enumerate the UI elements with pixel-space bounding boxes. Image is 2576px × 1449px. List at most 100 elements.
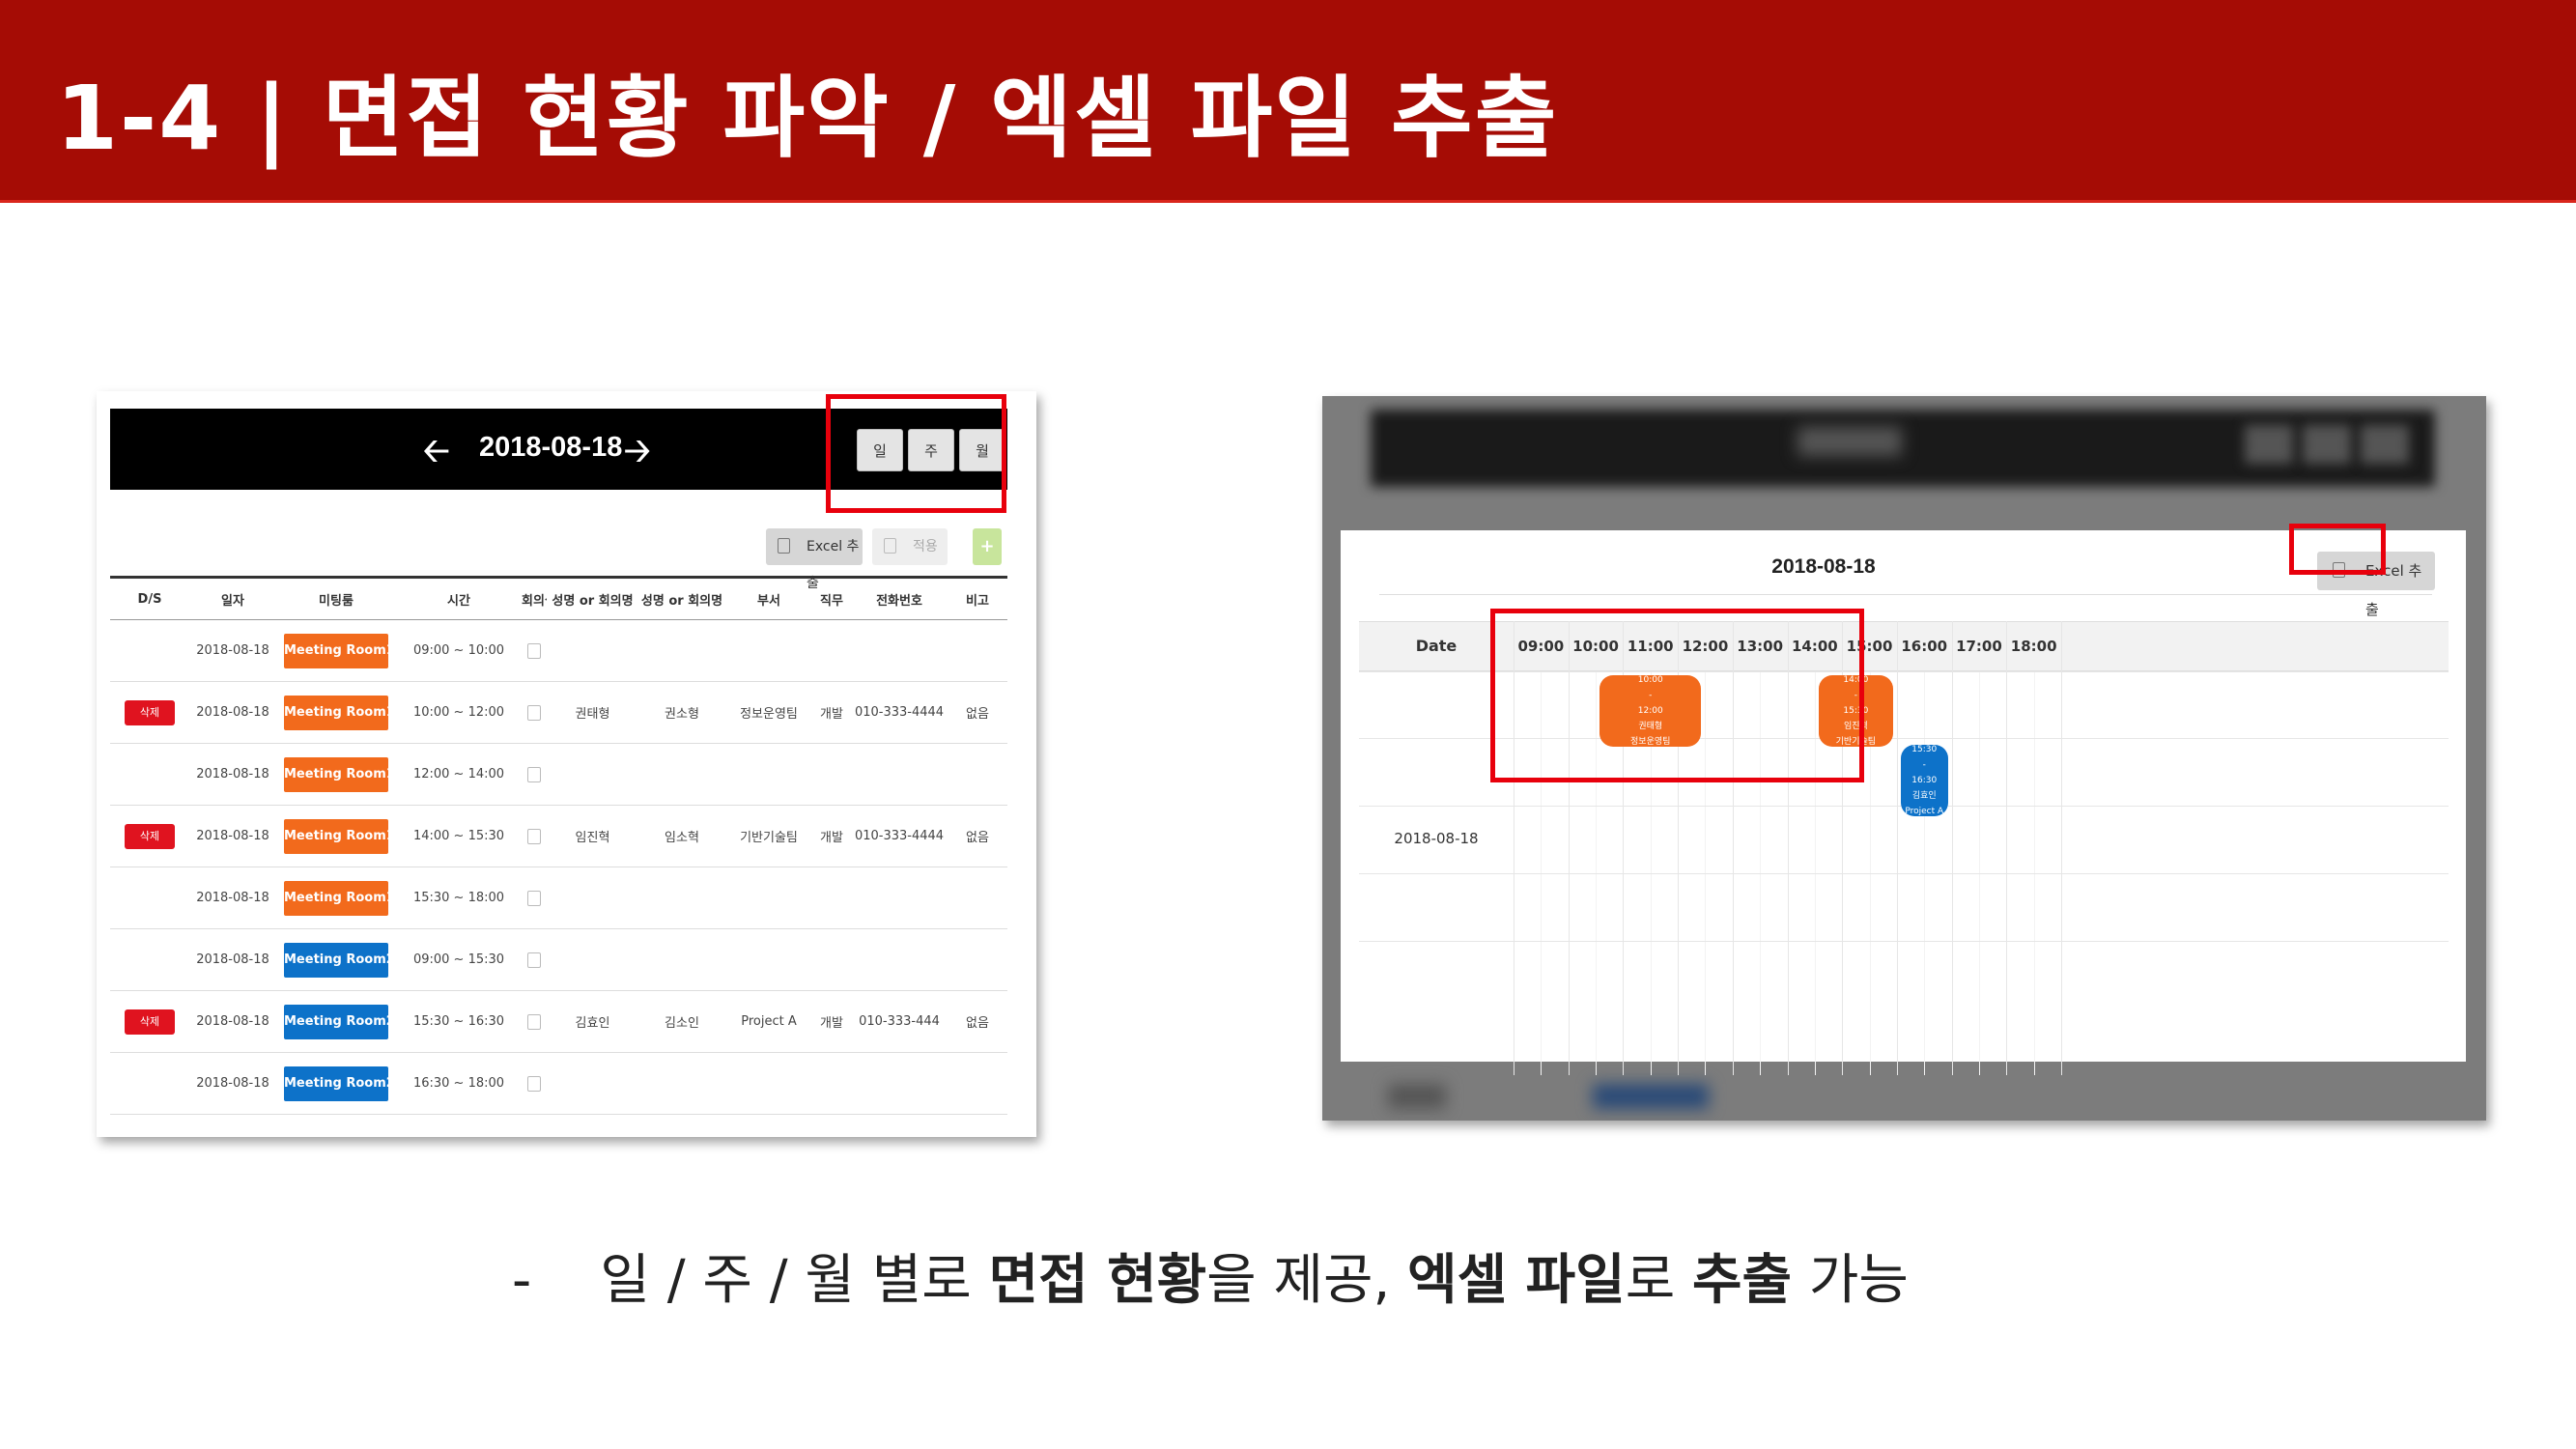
phone-cell <box>851 744 948 806</box>
room-badge[interactable]: Meeting Room1 <box>284 756 395 792</box>
excel-button-highlight <box>2289 524 2386 575</box>
room-badge[interactable]: Meeting Room2 <box>284 1065 395 1101</box>
row-checkbox[interactable] <box>527 1075 541 1092</box>
table-row: 삭제 2018-08-18 Meeting Room2 15:30 ~ 16:30 김효… <box>110 991 1007 1053</box>
caption-text: 가능 <box>1792 1249 1909 1312</box>
file-icon <box>884 538 896 554</box>
date-cell: 2018-08-18 <box>196 952 269 967</box>
checkbox-cell <box>522 744 547 806</box>
job-cell <box>812 867 851 929</box>
time-cell: 14:00 ~ 15:30 <box>412 829 505 843</box>
grid-line <box>2006 621 2008 1075</box>
time-cell: 15:30 ~ 16:30 <box>412 1014 505 1029</box>
date-cell: 2018-08-18 <box>196 767 269 781</box>
ds-cell: 삭제 <box>110 682 189 744</box>
grid-line <box>1359 873 2449 874</box>
delete-button[interactable]: 삭제 <box>125 1009 175 1035</box>
file-icon <box>778 538 790 554</box>
add-button[interactable]: + <box>973 528 1002 565</box>
date-cell: 2018-08-18 <box>196 829 269 843</box>
note-cell <box>948 620 1007 682</box>
divider <box>1379 594 2432 595</box>
time-cell: 16:30 ~ 18:00 <box>412 1076 505 1091</box>
col-header: 비고 <box>948 576 1007 620</box>
room-cell: Meeting Room2 <box>276 1053 396 1115</box>
phone-cell: 010-333-4444 <box>854 829 945 843</box>
name2-cell <box>638 929 725 991</box>
row-checkbox[interactable] <box>527 766 541 782</box>
job-cell <box>812 1053 851 1115</box>
col-header: 성명 or 회의명 <box>547 576 638 620</box>
row-checkbox[interactable] <box>527 704 541 721</box>
arrow-left-icon[interactable]: 🡠 <box>423 428 450 483</box>
room-badge[interactable]: Meeting Room2 <box>284 942 395 978</box>
name1-cell <box>547 744 638 806</box>
time-cell: 12:00 ~ 14:00 <box>412 767 505 781</box>
name1-cell <box>547 1053 638 1115</box>
grid-line <box>1896 621 1898 1075</box>
room-badge[interactable]: Meeting Room1 <box>284 633 395 668</box>
date-cell: 2018-08-18 <box>196 643 269 658</box>
room-badge[interactable]: Meeting Room1 <box>284 695 395 730</box>
room-badge[interactable]: Meeting Room1 <box>284 880 395 916</box>
name1-cell <box>547 929 638 991</box>
delete-button[interactable]: 삭제 <box>125 823 175 849</box>
phone-cell: 010-333-444 <box>859 1014 940 1029</box>
checkbox-cell <box>522 620 547 682</box>
note-cell <box>948 867 1007 929</box>
ds-cell <box>110 744 189 806</box>
checkbox-cell <box>522 682 547 744</box>
row-checkbox[interactable] <box>527 1013 541 1030</box>
row-checkbox[interactable] <box>527 828 541 844</box>
arrow-right-icon[interactable]: 🡢 <box>624 428 651 483</box>
checkbox-cell <box>522 929 547 991</box>
job-cell <box>812 929 851 991</box>
job-cell: 개발 <box>820 1016 843 1031</box>
job-cell <box>812 744 851 806</box>
phone-cell <box>851 867 948 929</box>
name2-cell: 김소인 <box>665 1016 699 1031</box>
current-date: 2018-08-18 <box>479 432 623 463</box>
caption-bold: 추출 <box>1692 1249 1793 1312</box>
caption-text: 로 <box>1625 1249 1693 1312</box>
delete-button[interactable]: 삭제 <box>125 699 175 725</box>
hour-label: 16:00 <box>1901 638 1948 655</box>
table-row: 삭제 2018-08-18 Meeting Room1 14:00 ~ 15:30 임진… <box>110 806 1007 867</box>
row-date-label: 2018-08-18 <box>1394 830 1479 847</box>
daily-list-screenshot: 🡠 2018-08-18 🡢 일 주 월 Excel 추출 적용 + D/S 일… <box>97 391 1036 1137</box>
day-timeline-modal: 2018-08-18 Excel 추출 Date 09:00 10:00 11:00… <box>1341 524 2466 1075</box>
excel-export-button[interactable]: Excel 추출 <box>766 528 863 591</box>
room-badge[interactable]: Meeting Room1 <box>284 818 395 854</box>
time-cell: 10:00 ~ 12:00 <box>412 705 505 720</box>
date-cell: 2018-08-18 <box>196 1014 269 1029</box>
event-start: 15:30 <box>1911 745 1938 754</box>
table-header-row: D/S 일자 미팅룸 시간 회의실 성명 or 회의명 성명 or 회의명 부서… <box>110 576 1007 620</box>
name2-cell <box>638 867 725 929</box>
time-cell: 09:00 ~ 15:30 <box>412 952 505 967</box>
apply-button[interactable]: 적용 <box>872 528 948 565</box>
room-badge[interactable]: Meeting Room2 <box>284 1004 395 1039</box>
room-cell: Meeting Room1 <box>276 744 396 806</box>
timeline-event[interactable]: 15:30 - 16:30 김효인 Project A <box>1900 745 1948 816</box>
name2-cell <box>638 744 725 806</box>
hour-label: 18:00 <box>2010 638 2057 655</box>
row-checkbox[interactable] <box>527 642 541 659</box>
room-cell: Meeting Room1 <box>276 620 396 682</box>
row-checkbox[interactable] <box>527 952 541 968</box>
table-row: 2018-08-18 Meeting Room2 09:00 ~ 15:30 <box>110 929 1007 991</box>
row-checkbox[interactable] <box>527 890 541 906</box>
dept-cell <box>725 867 812 929</box>
job-cell: 개발 <box>820 831 843 845</box>
slide-title: 1-4 | 면접 현황 파악 / 엑셀 파일 추출 <box>56 67 1559 170</box>
blurred-button <box>2245 425 2293 464</box>
room-cell: Meeting Room2 <box>276 929 396 991</box>
room-cell: Meeting Room1 <box>276 806 396 867</box>
room-cell: Meeting Room1 <box>276 682 396 744</box>
name2-cell: 권소형 <box>665 707 699 722</box>
table-row: 삭제 2018-08-18 Meeting Room1 10:00 ~ 12:00 권태… <box>110 682 1007 744</box>
dept-cell: 기반기술팀 <box>740 831 798 845</box>
name1-cell <box>547 620 638 682</box>
date-cell: 2018-08-18 <box>196 705 269 720</box>
room-cell: Meeting Room1 <box>276 867 396 929</box>
note-cell: 없음 <box>966 831 989 845</box>
